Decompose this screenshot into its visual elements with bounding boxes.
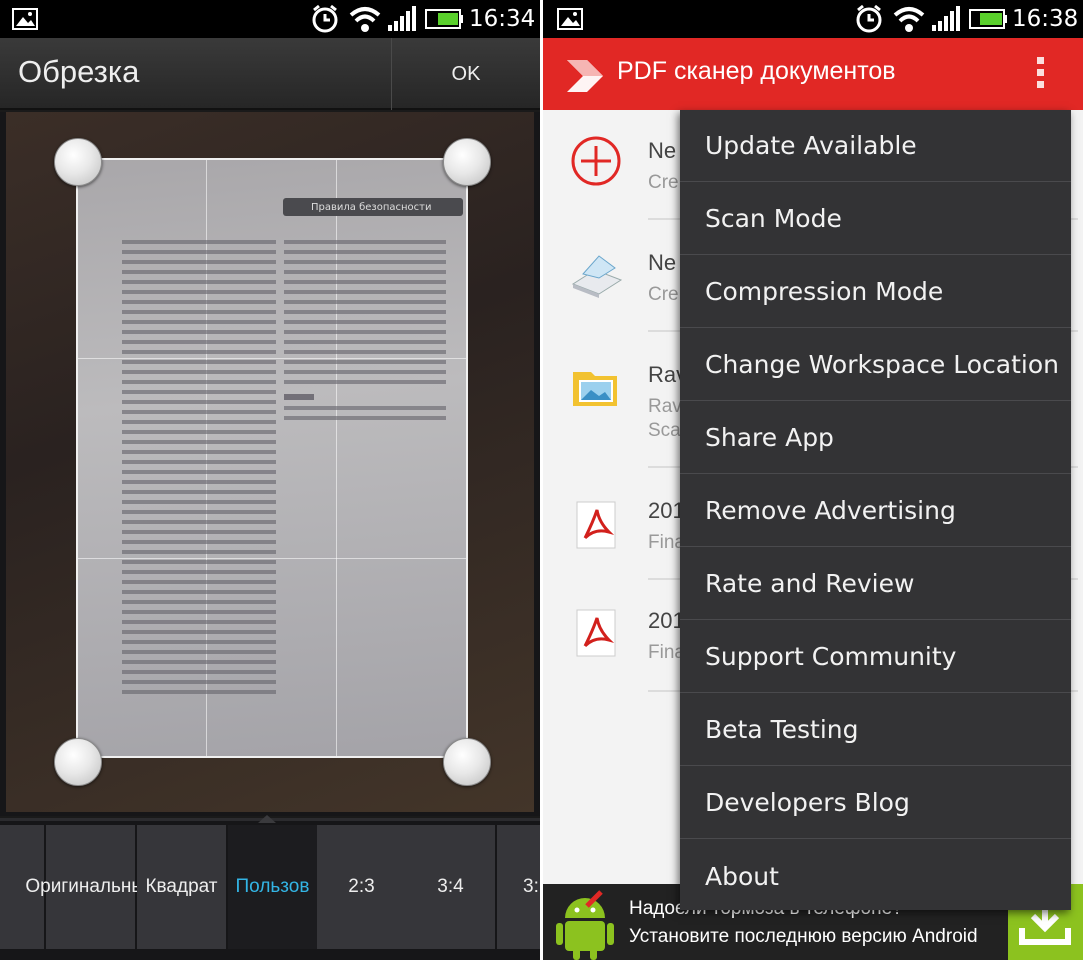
- menu-item-update-available[interactable]: Update Available: [680, 110, 1071, 182]
- scanner-icon: [569, 248, 623, 302]
- alarm-icon: [854, 0, 884, 38]
- list-item-subtitle: Cre: [648, 284, 679, 305]
- ratio-option-2-3[interactable]: 2:3: [317, 825, 406, 949]
- ratio-option-partial[interactable]: 3:: [497, 825, 540, 949]
- menu-item-beta-testing[interactable]: Beta Testing: [680, 694, 1071, 766]
- folder-image-icon: [569, 362, 623, 416]
- alarm-icon: [310, 0, 340, 38]
- battery-icon: [424, 0, 464, 38]
- crop-handle-bottom-right[interactable]: [443, 738, 491, 786]
- crop-handle-bottom-left[interactable]: [54, 738, 102, 786]
- page-title: Обрезка: [18, 54, 140, 89]
- image-notification-icon: [557, 0, 583, 38]
- crop-handle-top-right[interactable]: [443, 138, 491, 186]
- status-time: 16:34: [469, 6, 536, 32]
- menu-item-remove-advertising[interactable]: Remove Advertising: [680, 475, 1071, 547]
- crop-handle-top-left[interactable]: [54, 138, 102, 186]
- menu-item-about[interactable]: About: [680, 840, 1071, 912]
- ad-text-line2: Установите последнюю версию Android: [629, 926, 978, 947]
- crop-action-bar: Обрезка OK: [0, 38, 540, 110]
- menu-item-scan-mode[interactable]: Scan Mode: [680, 183, 1071, 255]
- image-notification-icon: [12, 0, 38, 38]
- crop-screen: 16:34 Обрезка OK Правила безопасности Ор…: [0, 0, 540, 960]
- signal-icon: [930, 0, 962, 38]
- wifi-icon: [892, 0, 926, 38]
- status-bar: 16:38: [543, 0, 1083, 38]
- crop-frame[interactable]: Правила безопасности: [76, 158, 468, 758]
- menu-item-rate-review[interactable]: Rate and Review: [680, 548, 1071, 620]
- overflow-menu: Update Available Scan Mode Compression M…: [680, 110, 1071, 910]
- scanner-home-screen: 16:38 PDF сканер документов Ne Cre Ne Cr…: [543, 0, 1083, 960]
- app-logo-icon: [563, 52, 607, 96]
- signal-icon: [386, 0, 418, 38]
- list-item-subtitle-2: Sca: [648, 420, 681, 441]
- list-item-subtitle: Cre: [648, 172, 679, 193]
- pdf-icon: [569, 606, 623, 660]
- menu-item-support-community[interactable]: Support Community: [680, 621, 1071, 693]
- selection-pointer-icon: [258, 815, 276, 823]
- list-item-title: Ne: [648, 138, 677, 163]
- pdf-icon: [569, 498, 623, 552]
- battery-icon: [968, 0, 1008, 38]
- ratio-option-square[interactable]: Квадрат: [137, 825, 226, 949]
- app-title: PDF сканер документов: [617, 57, 896, 85]
- ratio-option-3-4[interactable]: 3:4: [406, 825, 495, 949]
- ratio-option-original[interactable]: Оригинальный: [25, 825, 156, 949]
- menu-item-change-workspace[interactable]: Change Workspace Location: [680, 329, 1071, 401]
- ratio-option-custom[interactable]: Пользов: [228, 825, 317, 949]
- crop-area[interactable]: Правила безопасности: [0, 112, 540, 816]
- list-item-title: Ne: [648, 250, 677, 275]
- status-time: 16:38: [1012, 6, 1079, 32]
- aspect-ratio-bar: Оригинальный Квадрат Пользов 2:3 3:4 3:: [0, 815, 540, 960]
- status-bar: 16:34: [0, 0, 540, 38]
- app-action-bar: PDF сканер документов: [543, 38, 1083, 110]
- android-robot-icon: [551, 888, 617, 960]
- ok-button[interactable]: OK: [391, 38, 540, 110]
- menu-item-compression-mode[interactable]: Compression Mode: [680, 256, 1071, 328]
- document-header: Правила безопасности: [283, 198, 463, 216]
- menu-item-share-app[interactable]: Share App: [680, 402, 1071, 474]
- wifi-icon: [348, 0, 382, 38]
- overflow-menu-icon[interactable]: [1028, 54, 1052, 94]
- list-item-subtitle: Rav: [648, 396, 682, 417]
- add-circle-icon: [569, 134, 623, 188]
- menu-item-developers-blog[interactable]: Developers Blog: [680, 767, 1071, 839]
